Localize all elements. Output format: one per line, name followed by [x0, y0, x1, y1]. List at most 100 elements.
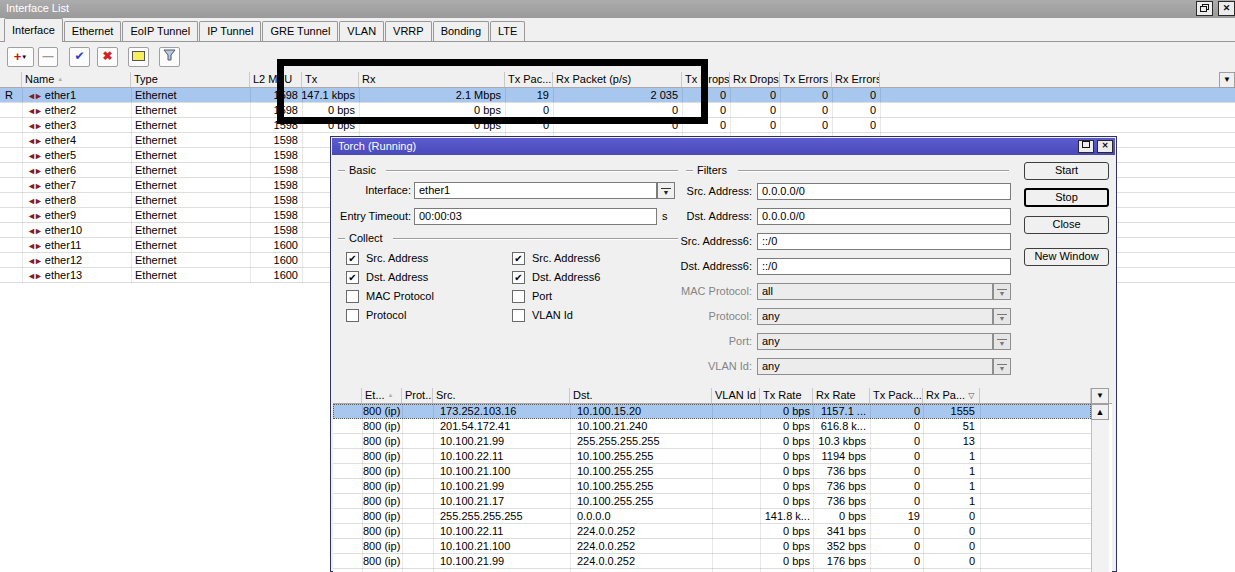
- filter-label: Src. Address:: [611, 183, 752, 200]
- torch-close-button[interactable]: ✕: [1097, 140, 1113, 153]
- remove-button[interactable]: —: [38, 47, 58, 67]
- funnel-icon: [163, 49, 176, 61]
- column-header-filler: [880, 72, 1219, 87]
- check-icon: ✔: [74, 49, 84, 63]
- cell-rx_pa: 1: [969, 464, 975, 478]
- checkbox-label: Dst. Address: [366, 271, 428, 284]
- checkbox-dst-address[interactable]: ✔: [346, 271, 359, 284]
- enable-button[interactable]: ✔: [69, 47, 90, 67]
- add-button[interactable]: +▼: [7, 47, 34, 67]
- cell-name: ◄►ether8: [23, 193, 130, 207]
- cell-dst: 10.100.21.240: [577, 419, 709, 433]
- torch-column-header-Rx Pa...[interactable]: Rx Pa...▽: [923, 388, 980, 403]
- tab-vlan[interactable]: VLAN: [339, 21, 384, 41]
- filter-dropdown-button[interactable]: ▼: [993, 283, 1011, 300]
- checkbox-protocol[interactable]: [346, 309, 359, 322]
- filter-combo[interactable]: any: [757, 333, 993, 350]
- cell-type: Ethernet: [132, 178, 249, 192]
- torch-column-header-Et...[interactable]: Et...▲: [362, 388, 402, 403]
- cell-l2mtu: 1598: [274, 178, 298, 192]
- filter-combo[interactable]: any: [757, 308, 993, 325]
- filter-input[interactable]: 0.0.0.0/0: [757, 183, 1011, 200]
- torch-column-header-VLAN Id[interactable]: VLAN Id: [712, 388, 760, 403]
- cell-dst: 10.100.255.255: [577, 449, 709, 463]
- restore-button[interactable]: [1196, 1, 1213, 16]
- cell-rx_rate: 736 bps: [827, 494, 866, 508]
- minus-icon: —: [43, 50, 54, 62]
- cell-dst: 10.100.255.255: [577, 464, 709, 478]
- cell-type: Ethernet: [132, 238, 249, 252]
- filter-label: VLAN Id:: [611, 358, 752, 375]
- tab-ethernet[interactable]: Ethernet: [64, 21, 122, 41]
- tab-ip-tunnel[interactable]: IP Tunnel: [199, 21, 261, 41]
- filter-label: Dst. Address:: [611, 208, 752, 225]
- filter-dropdown-button[interactable]: ▼: [993, 308, 1011, 325]
- cell-tx_pack: 0: [914, 419, 920, 433]
- tab-gre-tunnel[interactable]: GRE Tunnel: [262, 21, 338, 41]
- tab-lte[interactable]: LTE: [490, 21, 525, 41]
- start-button[interactable]: Start: [1024, 162, 1109, 180]
- torch-column-header-Tx Rate[interactable]: Tx Rate: [760, 388, 813, 403]
- disable-button[interactable]: ✖: [97, 47, 118, 67]
- filter-input[interactable]: 0.0.0.0/0: [757, 208, 1011, 225]
- interface-label: Interface:: [331, 182, 411, 199]
- dropdown-icon: ▼: [997, 364, 1007, 373]
- column-header-flags[interactable]: [0, 72, 22, 87]
- window-title: Interface List: [6, 2, 69, 14]
- column-header-Name[interactable]: Name▲: [22, 72, 131, 87]
- torch-column-header-Rx Rate[interactable]: Rx Rate: [813, 388, 870, 403]
- dropdown-icon: ▼: [997, 314, 1007, 323]
- cell-tx_drops: 0: [720, 103, 726, 117]
- tab-bonding[interactable]: Bonding: [433, 21, 489, 41]
- tab-eoip-tunnel[interactable]: EoIP Tunnel: [122, 21, 198, 41]
- cell-name: ◄►ether4: [23, 133, 130, 147]
- scroll-up-button[interactable]: ▲: [1091, 404, 1109, 420]
- scrollbar-track[interactable]: [1091, 404, 1109, 572]
- filter-dropdown-button[interactable]: ▼: [993, 358, 1011, 375]
- checkbox-label: Protocol: [366, 309, 406, 322]
- cell-rx_pa: 1: [969, 494, 975, 508]
- filter-dropdown-button[interactable]: ▼: [993, 333, 1011, 350]
- tab-interface[interactable]: Interface: [4, 18, 63, 42]
- cell-tx_pack: 0: [914, 554, 920, 568]
- cell-tx_rate: 0 bps: [783, 449, 810, 463]
- filter-input[interactable]: ::/0: [757, 258, 1011, 275]
- torch-table: 800 (ip)173.252.103.1610.100.15.200 bps1…: [333, 388, 1112, 572]
- tab-vrrp[interactable]: VRRP: [385, 21, 432, 41]
- cell-tx_errors: 0: [822, 88, 828, 102]
- checkbox-port[interactable]: [512, 290, 525, 303]
- grid-line: [980, 404, 981, 572]
- interface-icon: ◄►: [27, 179, 41, 192]
- checkbox-src-address[interactable]: ✔: [346, 252, 359, 265]
- column-header-Rx Errors[interactable]: Rx Errors: [832, 72, 880, 87]
- filter-input[interactable]: ::/0: [757, 233, 1011, 250]
- checkbox-vlan-id[interactable]: [512, 309, 525, 322]
- comment-button[interactable]: [128, 47, 149, 67]
- column-header-Type[interactable]: Type: [131, 72, 250, 87]
- column-header-Rx Drops[interactable]: Rx Drops: [730, 72, 780, 87]
- torch-column-header-Dst.[interactable]: Dst.: [570, 388, 712, 403]
- new-window-button[interactable]: New Window: [1024, 248, 1109, 266]
- torch-column-selector-button[interactable]: ▼: [1091, 388, 1109, 404]
- filter-button[interactable]: [159, 47, 180, 67]
- close-button[interactable]: ✕: [1218, 1, 1235, 16]
- checkbox-dst-address6[interactable]: ✔: [512, 271, 525, 284]
- checkbox-mac-protocol[interactable]: [346, 290, 359, 303]
- torch-column-header-Tx Pack...[interactable]: Tx Pack...: [870, 388, 923, 403]
- checkbox-src-address6[interactable]: ✔: [512, 252, 525, 265]
- torch-column-header-flags[interactable]: [333, 388, 362, 403]
- torch-column-header-Prot...[interactable]: Prot...: [402, 388, 433, 403]
- close-button[interactable]: Close: [1024, 216, 1109, 234]
- torch-column-header-Src.[interactable]: Src.: [433, 388, 570, 403]
- grid-line: [570, 404, 571, 572]
- cell-et: 800 (ip): [363, 539, 433, 553]
- cell-name: ◄►ether10: [23, 223, 130, 237]
- checkbox-label: Port: [532, 290, 552, 303]
- filter-combo[interactable]: any: [757, 358, 993, 375]
- cell-tx_drops: 0: [720, 118, 726, 132]
- column-header-Tx Errors[interactable]: Tx Errors: [780, 72, 832, 87]
- stop-button[interactable]: Stop: [1024, 188, 1109, 207]
- column-selector-button[interactable]: ▼: [1219, 72, 1235, 88]
- filter-combo[interactable]: all: [757, 283, 993, 300]
- torch-maximize-button[interactable]: [1078, 140, 1094, 153]
